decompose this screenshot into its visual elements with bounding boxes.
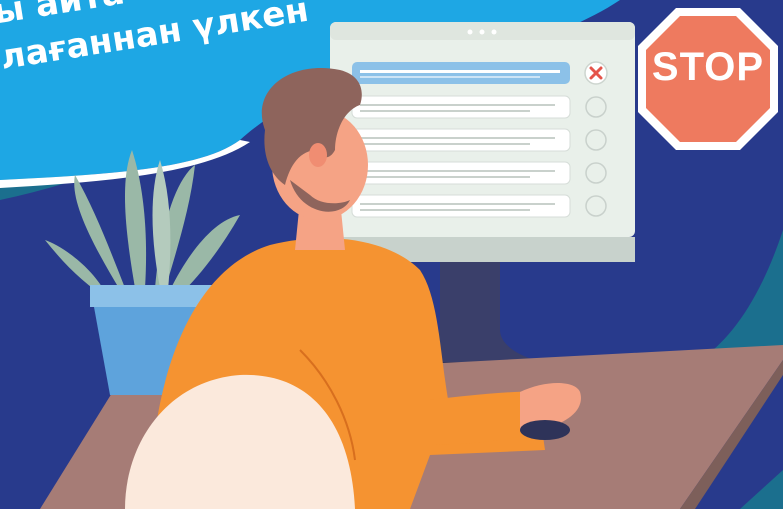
stop-sign-label: STOP <box>651 45 765 89</box>
screen-row-2 <box>351 95 607 119</box>
screen-row-3 <box>351 128 607 152</box>
screen-row-1 <box>352 61 608 85</box>
screen-row-4 <box>351 161 607 185</box>
screen-row-5 <box>351 194 607 218</box>
